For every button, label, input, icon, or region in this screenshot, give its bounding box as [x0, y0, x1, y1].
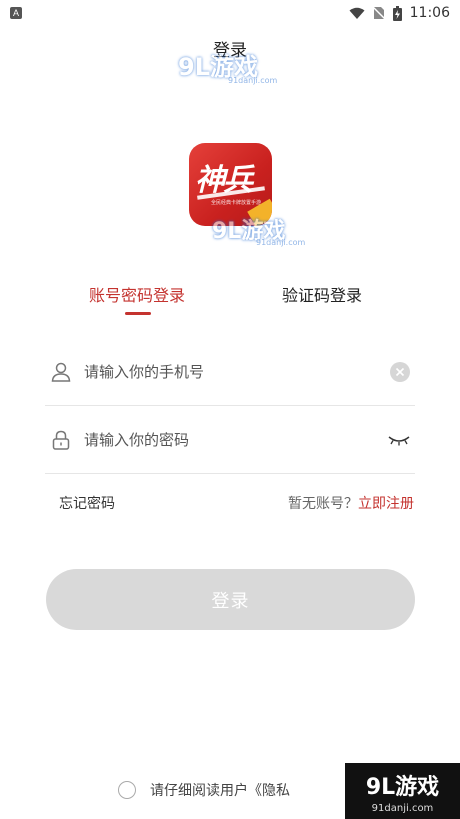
corner-watermark-url: 91danji.com — [371, 802, 434, 814]
agreement-row: 请仔细阅读用户《隐私 — [118, 780, 290, 800]
login-button[interactable]: 登录 — [46, 569, 415, 630]
watermark-url: 91danji.com — [228, 76, 278, 85]
no-sim-icon — [372, 6, 385, 20]
status-right: 11:06 — [349, 5, 450, 21]
lock-icon — [50, 429, 72, 451]
tab-account-password[interactable]: 账号密码登录 — [89, 282, 185, 306]
corner-watermark-logo: 9L游戏 — [365, 774, 440, 800]
password-field-row — [45, 407, 415, 474]
clear-icon[interactable] — [390, 362, 410, 382]
logo-subtext: 全民经典卡牌放置手游 — [211, 200, 262, 206]
active-tab-indicator — [125, 312, 151, 315]
phone-field-row — [45, 339, 415, 406]
status-bar: A 11:06 — [0, 0, 460, 26]
agreement-checkbox[interactable] — [118, 781, 136, 799]
battery-charging-icon — [392, 5, 402, 21]
eye-closed-icon[interactable] — [387, 430, 411, 450]
corner-watermark: 9L游戏 91danji.com — [345, 763, 460, 819]
forgot-password-link[interactable]: 忘记密码 — [59, 493, 115, 513]
tab-sms-code[interactable]: 验证码登录 — [282, 282, 362, 306]
register-link[interactable]: 立即注册 — [358, 496, 414, 512]
login-tabs: 账号密码登录 验证码登录 — [0, 282, 460, 316]
user-icon — [50, 361, 72, 383]
no-account-label: 暂无账号？ — [288, 496, 358, 512]
phone-input[interactable] — [84, 363, 390, 381]
register-prompt: 暂无账号？立即注册 — [288, 493, 414, 513]
notification-a-icon: A — [10, 7, 22, 19]
password-input[interactable] — [84, 431, 387, 449]
wifi-icon — [349, 7, 365, 20]
agreement-text[interactable]: 请仔细阅读用户《隐私 — [150, 780, 290, 800]
watermark-url-2: 91danji.com — [256, 238, 306, 247]
status-time: 11:06 — [409, 5, 450, 21]
status-left: A — [10, 7, 22, 19]
